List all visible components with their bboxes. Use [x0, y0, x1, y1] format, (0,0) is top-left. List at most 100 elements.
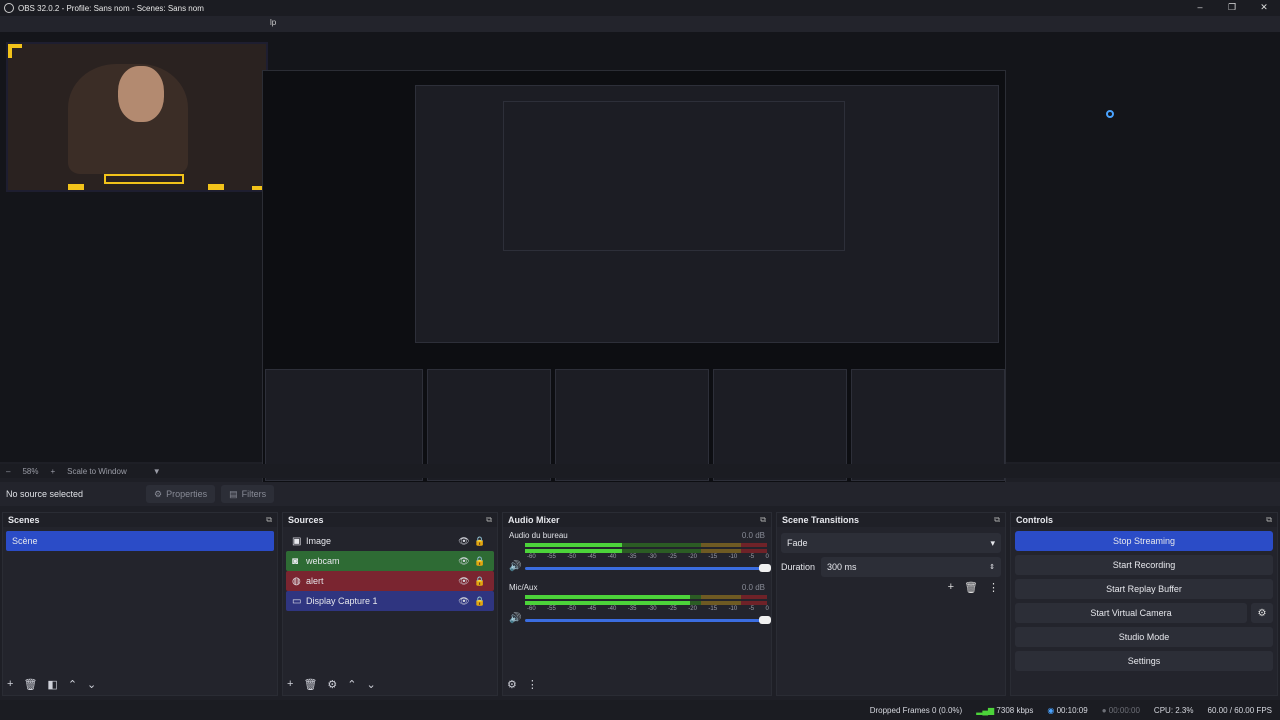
- eye-icon[interactable]: 👁: [456, 536, 472, 547]
- meter-tick-label: 0: [765, 606, 769, 612]
- stop-streaming-button[interactable]: Stop Streaming: [1015, 531, 1273, 551]
- source-item-label: Display Capture 1: [306, 596, 378, 606]
- lock-icon[interactable]: 🔒: [472, 576, 488, 587]
- move-up-icon[interactable]: ⌃: [347, 678, 356, 691]
- duration-value: 300 ms: [827, 562, 857, 572]
- speaker-icon[interactable]: 🔊: [509, 561, 521, 572]
- eye-icon[interactable]: 👁: [456, 596, 472, 607]
- undock-icon[interactable]: ⧉: [486, 515, 492, 525]
- sources-dock-header: Sources ⧉: [283, 513, 497, 527]
- undock-icon[interactable]: ⧉: [760, 515, 766, 525]
- advanced-audio-icon[interactable]: ⚙: [507, 678, 517, 691]
- source-item-webcam[interactable]: ◙ webcam 👁 🔒: [286, 551, 494, 571]
- cpu-usage: CPU: 2.3%: [1153, 705, 1194, 715]
- properties-button[interactable]: ⚙ Properties: [146, 485, 216, 503]
- transition-value: Fade: [787, 538, 808, 548]
- move-down-icon[interactable]: ⌄: [367, 678, 376, 691]
- meter-tick-label: -35: [627, 554, 637, 560]
- webcam-head: [118, 66, 164, 122]
- remove-transition-icon[interactable]: 🗑: [964, 581, 978, 594]
- chevron-down-icon: ▾: [990, 537, 995, 548]
- zoom-out-button[interactable]: –: [6, 467, 10, 476]
- remove-source-icon[interactable]: 🗑: [303, 678, 317, 691]
- loading-cursor-icon: [1106, 110, 1114, 118]
- lock-icon[interactable]: 🔒: [472, 536, 488, 547]
- meter-tick-label: -25: [668, 606, 677, 612]
- mixer-menu-icon[interactable]: ⋮: [527, 678, 538, 691]
- scale-mode[interactable]: Scale to Window: [67, 467, 127, 476]
- frame-notch: [68, 184, 84, 190]
- settings-button[interactable]: Settings: [1015, 651, 1273, 671]
- duration-input[interactable]: 300 ms ⇕: [821, 557, 1001, 577]
- zoom-level: 58%: [22, 466, 39, 476]
- duration-label: Duration: [781, 562, 816, 572]
- menu-item-help[interactable]: lp: [270, 18, 276, 27]
- title-bar: OBS 32.0.2 - Profile: Sans nom - Scenes:…: [0, 0, 1280, 16]
- close-button[interactable]: ✕: [1248, 0, 1280, 16]
- undock-icon[interactable]: ⧉: [994, 515, 1000, 525]
- source-item-display-capture[interactable]: ▭ Display Capture 1 👁 🔒: [286, 591, 494, 611]
- filters-button[interactable]: ▤ Filters: [221, 485, 275, 503]
- camera-icon: ◙: [292, 555, 299, 567]
- scene-item[interactable]: Scène: [6, 531, 274, 551]
- transition-menu-icon[interactable]: ⋮: [988, 581, 999, 594]
- status-bar: Dropped Frames 0 (0.0%) ▂▄▆ 7308 kbps ◉ …: [0, 700, 1280, 720]
- virtual-camera-settings-icon[interactable]: ⚙: [1251, 603, 1273, 623]
- eye-icon[interactable]: 👁: [456, 576, 472, 587]
- add-scene-icon[interactable]: +: [7, 678, 13, 691]
- volume-slider-handle[interactable]: [759, 616, 771, 624]
- scenes-toolbar: + 🗑 ◧ ⌃ ⌄: [7, 678, 96, 691]
- scene-filters-icon[interactable]: ◧: [47, 678, 57, 691]
- add-source-icon[interactable]: +: [287, 678, 293, 691]
- browser-icon: ◍: [292, 575, 301, 587]
- undock-icon[interactable]: ⧉: [1266, 515, 1272, 525]
- meter-tick-label: -60: [527, 606, 536, 612]
- maximize-button[interactable]: ❐: [1216, 0, 1248, 16]
- zoom-bar: – 58% + Scale to Window ▼: [0, 464, 1280, 478]
- source-item-label: webcam: [306, 556, 340, 566]
- add-transition-icon[interactable]: +: [948, 581, 954, 594]
- channel-name: Mic/Aux: [509, 583, 538, 592]
- eye-icon[interactable]: 👁: [456, 556, 472, 567]
- frame-notch: [208, 184, 224, 190]
- properties-label: Properties: [166, 489, 208, 499]
- volume-slider[interactable]: [525, 616, 771, 624]
- start-virtual-camera-button[interactable]: Start Virtual Camera: [1015, 603, 1247, 623]
- lock-icon[interactable]: 🔒: [472, 556, 488, 567]
- stepper-icon[interactable]: ⇕: [989, 563, 995, 571]
- minimize-button[interactable]: –: [1184, 0, 1216, 16]
- remove-scene-icon[interactable]: 🗑: [23, 678, 37, 691]
- record-icon: ●: [1101, 705, 1107, 715]
- transition-select[interactable]: Fade ▾: [781, 533, 1001, 553]
- studio-mode-button[interactable]: Studio Mode: [1015, 627, 1273, 647]
- zoom-in-button[interactable]: +: [50, 467, 55, 476]
- channel-name: Audio du bureau: [509, 531, 568, 540]
- audio-mixer-title: Audio Mixer: [508, 515, 560, 525]
- transitions-title: Scene Transitions: [782, 515, 860, 525]
- start-replay-buffer-button[interactable]: Start Replay Buffer: [1015, 579, 1273, 599]
- source-item-image[interactable]: ▣ Image 👁 🔒: [286, 531, 494, 551]
- sources-dock: Sources ⧉ ▣ Image 👁 🔒 ◙ webcam 👁 🔒 ◍ ale…: [282, 512, 498, 696]
- volume-slider[interactable]: [525, 564, 771, 572]
- source-settings-icon[interactable]: ⚙: [327, 678, 337, 691]
- move-up-icon[interactable]: ⌃: [68, 678, 77, 691]
- preview-canvas[interactable]: [0, 32, 1280, 490]
- scale-dropdown-icon[interactable]: ▼: [153, 467, 161, 476]
- controls-dock: Controls ⧉ Stop Streaming Start Recordin…: [1010, 512, 1278, 696]
- move-down-icon[interactable]: ⌄: [87, 678, 96, 691]
- no-source-label: No source selected: [6, 489, 84, 499]
- meter-tick-label: -45: [587, 606, 597, 612]
- speaker-icon[interactable]: 🔊: [509, 613, 521, 624]
- meter-tick-label: -20: [688, 554, 697, 560]
- streaming-icon: ◉: [1047, 705, 1055, 715]
- source-item-alert[interactable]: ◍ alert 👁 🔒: [286, 571, 494, 591]
- meter-tick-label: -50: [567, 554, 576, 560]
- lock-icon[interactable]: 🔒: [472, 596, 488, 607]
- meter-tick-label: -40: [607, 554, 617, 560]
- audio-mixer-header: Audio Mixer ⧉: [503, 513, 771, 527]
- undock-icon[interactable]: ⧉: [266, 515, 272, 525]
- start-recording-button[interactable]: Start Recording: [1015, 555, 1273, 575]
- meter-tick-label: -45: [587, 554, 597, 560]
- meter-tick-label: -10: [728, 554, 738, 560]
- volume-slider-handle[interactable]: [759, 564, 771, 572]
